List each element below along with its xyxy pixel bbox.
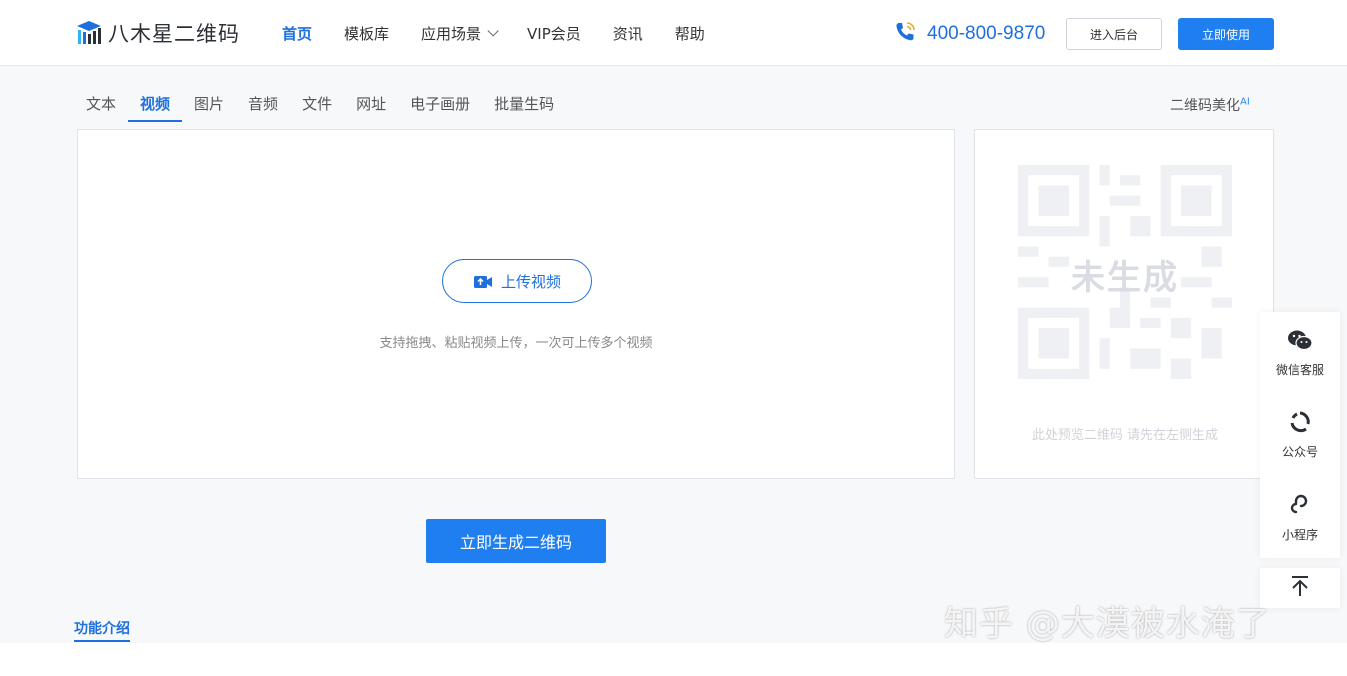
nav-home-label: 首页 bbox=[282, 24, 313, 43]
nav-help[interactable]: 帮助 bbox=[675, 23, 705, 44]
wechat-icon bbox=[1287, 329, 1313, 355]
nav-scenarios-label: 应用场景 bbox=[421, 24, 482, 43]
mini-program-icon bbox=[1288, 492, 1312, 520]
bottom-strip bbox=[0, 643, 1347, 676]
preview-hint: 此处预览二维码 请先在左侧生成 bbox=[1031, 428, 1219, 443]
arrow-up-icon bbox=[1290, 575, 1310, 601]
wechat-service-button[interactable]: 微信客服 bbox=[1260, 312, 1340, 394]
mini-program-label: 小程序 bbox=[1281, 527, 1318, 542]
official-account-label: 公众号 bbox=[1281, 444, 1318, 459]
generate-qr-button[interactable]: 立即生成二维码 bbox=[426, 519, 606, 563]
main-nav: 首页 模板库 应用场景 VIP会员 资讯 帮助 bbox=[282, 0, 737, 66]
nav-help-label: 帮助 bbox=[674, 24, 705, 43]
wechat-service-label: 微信客服 bbox=[1275, 362, 1324, 377]
tab-audio[interactable]: 音频 bbox=[236, 86, 290, 122]
beautify-label: 二维码美化 bbox=[1170, 98, 1240, 114]
floating-contact-bar: 微信客服 公众号 小程序 bbox=[1260, 312, 1340, 558]
official-account-button[interactable]: 公众号 bbox=[1260, 394, 1340, 476]
phone-contact: 400-800-9870 bbox=[893, 20, 1045, 48]
nav-news[interactable]: 资讯 bbox=[613, 23, 643, 44]
nav-scenarios[interactable]: 应用场景 bbox=[421, 23, 499, 44]
upload-video-button[interactable]: 上传视频 bbox=[442, 259, 592, 303]
mini-program-button[interactable]: 小程序 bbox=[1260, 476, 1340, 558]
content-type-tabs: 文本 视频 图片 音频 文件 网址 电子画册 批量生码 bbox=[74, 86, 566, 122]
nav-templates-label: 模板库 bbox=[344, 24, 390, 43]
logo-text: 八木星二维码 bbox=[108, 22, 240, 46]
nav-home[interactable]: 首页 bbox=[282, 23, 312, 44]
nav-vip-label: VIP会员 bbox=[527, 24, 581, 43]
phone-number: 400-800-9870 bbox=[927, 23, 1046, 44]
upload-panel[interactable]: 上传视频 支持拖拽、粘贴视频上传，一次可上传多个视频 bbox=[77, 129, 955, 479]
logo-icon bbox=[74, 18, 104, 48]
ai-badge: AI bbox=[1240, 96, 1250, 108]
nav-news-label: 资讯 bbox=[612, 24, 643, 43]
nav-templates[interactable]: 模板库 bbox=[344, 23, 389, 44]
back-to-top-button[interactable] bbox=[1260, 568, 1340, 608]
tab-ebook[interactable]: 电子画册 bbox=[398, 86, 482, 122]
chevron-down-icon bbox=[487, 25, 499, 37]
nav-vip[interactable]: VIP会员 bbox=[527, 23, 581, 44]
tab-image[interactable]: 图片 bbox=[182, 86, 236, 122]
not-generated-label: 未生成 bbox=[1071, 258, 1179, 298]
tab-video[interactable]: 视频 bbox=[128, 86, 183, 122]
tab-text[interactable]: 文本 bbox=[74, 86, 128, 122]
top-header: 八木星二维码 首页 模板库 应用场景 VIP会员 资讯 帮助 400-800-9… bbox=[0, 0, 1347, 66]
qr-beautify-link[interactable]: 二维码美化AI bbox=[1170, 95, 1250, 115]
tab-file[interactable]: 文件 bbox=[290, 86, 344, 122]
phone-icon bbox=[893, 20, 917, 48]
feature-intro-tab[interactable]: 功能介绍 bbox=[74, 618, 130, 642]
video-upload-icon bbox=[473, 272, 493, 290]
use-now-button[interactable]: 立即使用 bbox=[1178, 18, 1274, 50]
upload-hint: 支持拖拽、粘贴视频上传，一次可上传多个视频 bbox=[379, 336, 653, 351]
site-logo[interactable]: 八木星二维码 bbox=[74, 17, 240, 49]
tab-url[interactable]: 网址 bbox=[344, 86, 398, 122]
qr-preview-panel: 未生成 此处预览二维码 请先在左侧生成 bbox=[974, 129, 1274, 479]
enter-admin-button[interactable]: 进入后台 bbox=[1066, 18, 1162, 50]
zhihu-watermark: 知乎 @大漠被水淹了 bbox=[944, 604, 1271, 644]
upload-video-label: 上传视频 bbox=[500, 272, 561, 291]
tab-batch[interactable]: 批量生码 bbox=[482, 86, 566, 122]
official-account-icon bbox=[1289, 411, 1311, 437]
